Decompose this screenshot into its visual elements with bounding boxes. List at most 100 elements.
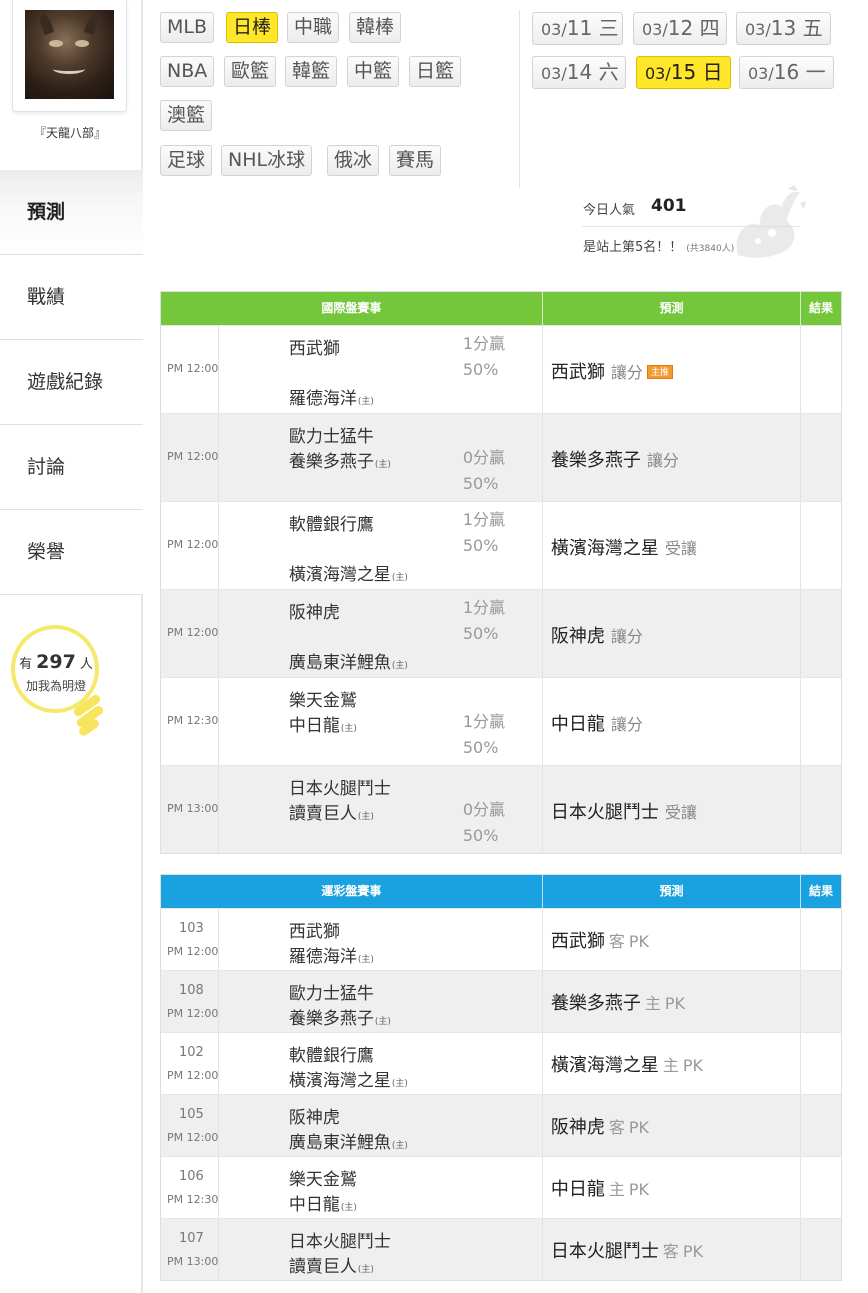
prediction-team[interactable]: 橫濱海灣之星	[551, 1055, 659, 1076]
home-mark: (主)	[357, 1265, 374, 1275]
home-team[interactable]: 養樂多燕子	[289, 1009, 374, 1029]
sport-tab-kbo[interactable]: 韓棒	[349, 12, 402, 43]
home-team-wrap: 羅德海洋(主)	[289, 384, 374, 409]
sport-tab-nba[interactable]: NBA	[160, 56, 215, 87]
prediction-team[interactable]: 養樂多燕子	[551, 993, 641, 1014]
date-tab-0315[interactable]: 03/15 日	[636, 56, 731, 89]
result-cell	[801, 1157, 841, 1218]
date-tab-0312[interactable]: 03/12 四	[633, 12, 727, 45]
home-team[interactable]: 廣島東洋鯉魚	[289, 653, 391, 673]
sport-tab-horse-racing[interactable]: 賽馬	[389, 145, 442, 176]
home-team-wrap: 讀賣巨人(主)	[289, 799, 374, 824]
prediction-team[interactable]: 西武獅	[551, 931, 605, 952]
prediction-type: 受讓	[664, 539, 697, 558]
result-cell	[801, 326, 841, 413]
match-cell: 日本火腿鬥士 讀賣巨人(主) 0分贏 50%	[219, 766, 543, 853]
lightbulb-base-icon	[70, 693, 105, 741]
prediction: 日本火腿鬥士客 PK	[551, 1237, 703, 1263]
home-team[interactable]: 橫濱海灣之星	[289, 565, 391, 585]
home-team[interactable]: 中日龍	[289, 1195, 340, 1215]
date-tab-0311[interactable]: 03/11 三	[532, 12, 623, 45]
sport-tab-euro-basketball[interactable]: 歐籃	[224, 56, 277, 87]
date-tab-0313[interactable]: 03/13 五	[736, 12, 831, 45]
user-name[interactable]: 『天龍八部』	[0, 124, 140, 141]
nav-item-predict[interactable]: 預測	[0, 170, 143, 255]
away-team[interactable]: 日本火腿鬥士	[289, 1227, 391, 1252]
sport-tab-korea-basketball[interactable]: 韓籃	[285, 56, 338, 87]
home-team-wrap: 中日龍(主)	[289, 711, 357, 736]
away-team[interactable]: 西武獅	[289, 917, 340, 942]
sport-tab-aus-basketball[interactable]: 澳籃	[160, 100, 213, 131]
date-tab-0316[interactable]: 03/16 一	[739, 56, 834, 89]
handicap-line: 1分贏	[462, 712, 506, 731]
away-team[interactable]: 阪神虎	[289, 598, 340, 623]
table-row: PM 12:00 歐力士猛牛 養樂多燕子(主) 0分贏 50% 養樂多燕子 讓分	[161, 413, 841, 501]
away-team[interactable]: 阪神虎	[289, 1103, 340, 1128]
prediction-team[interactable]: 中日龍	[551, 1179, 605, 1200]
follow-bulb[interactable]: 有 297 人 加我為明燈	[8, 625, 108, 755]
match-cell: 西武獅 羅德海洋(主) 1分贏 50%	[219, 326, 543, 413]
home-team[interactable]: 讀賣巨人	[289, 804, 357, 824]
prediction-team[interactable]: 阪神虎	[551, 626, 605, 647]
result-cell	[801, 678, 841, 765]
home-mark: (主)	[391, 661, 408, 671]
match-cell: 樂天金鷲 中日龍(主) 1分贏 50%	[219, 678, 543, 765]
prediction-team[interactable]: 阪神虎	[551, 1117, 605, 1138]
home-team[interactable]: 羅德海洋	[289, 947, 357, 967]
home-team[interactable]: 羅德海洋	[289, 389, 357, 409]
prediction-type: 受讓	[664, 803, 697, 822]
away-team[interactable]: 軟體銀行鷹	[289, 510, 374, 535]
sport-tab-npb[interactable]: 日棒	[226, 12, 279, 43]
avatar[interactable]	[25, 10, 114, 99]
nav-item-discussion[interactable]: 討論	[0, 425, 143, 510]
away-team[interactable]: 西武獅	[289, 334, 340, 359]
home-team-wrap: 廣島東洋鯉魚(主)	[289, 1128, 408, 1153]
handicap-odds: 0分贏 50%	[463, 797, 505, 849]
sport-tab-japan-basketball[interactable]: 日籃	[409, 56, 462, 87]
popularity-label: 今日人氣	[583, 203, 636, 218]
home-team[interactable]: 養樂多燕子	[289, 452, 374, 472]
match-time-cell: 107 PM 13:00	[161, 1219, 219, 1280]
away-team[interactable]: 日本火腿鬥士	[289, 774, 391, 799]
match-time: PM 12:30	[167, 1193, 219, 1206]
prediction-cell: 阪神虎客 PK	[543, 1095, 802, 1156]
prediction-side: 客	[662, 1242, 679, 1261]
sport-tab-china-basketball[interactable]: 中籃	[347, 56, 400, 87]
prediction-team[interactable]: 橫濱海灣之星	[551, 538, 659, 559]
match-cell: 軟體銀行鷹 橫濱海灣之星(主)	[219, 1033, 543, 1094]
home-team[interactable]: 中日龍	[289, 716, 340, 736]
nav-item-game-log[interactable]: 遊戲紀錄	[0, 340, 143, 425]
away-team[interactable]: 樂天金鷲	[289, 686, 357, 711]
prediction: 養樂多燕子 讓分	[551, 446, 679, 472]
fan-caption: 加我為明燈	[25, 679, 86, 693]
nav-item-record[interactable]: 戰績	[0, 255, 143, 340]
table-row: PM 12:00 西武獅 羅德海洋(主) 1分贏 50% 西武獅 讓分 主推	[161, 325, 841, 413]
home-team-wrap: 羅德海洋(主)	[289, 942, 374, 967]
away-team[interactable]: 軟體銀行鷹	[289, 1041, 374, 1066]
home-team[interactable]: 橫濱海灣之星	[289, 1071, 391, 1091]
prediction: 中日龍主 PK	[551, 1175, 649, 1201]
home-team[interactable]: 讀賣巨人	[289, 1257, 357, 1277]
prediction-team[interactable]: 日本火腿鬥士	[551, 1241, 659, 1262]
prediction-team[interactable]: 日本火腿鬥士	[551, 802, 659, 823]
prediction-team[interactable]: 西武獅	[551, 362, 605, 383]
sport-tab-nhl[interactable]: NHL冰球	[221, 145, 313, 176]
prediction-team[interactable]: 中日龍	[551, 714, 605, 735]
match-cell: 軟體銀行鷹 橫濱海灣之星(主) 1分贏 50%	[219, 502, 543, 589]
sport-tab-mlb[interactable]: MLB	[160, 12, 215, 43]
lottery-table-header: 運彩盤賽事 預測 結果	[161, 875, 841, 908]
sport-tab-cpbl[interactable]: 中職	[287, 12, 340, 43]
away-team[interactable]: 歐力士猛牛	[289, 979, 374, 1004]
prediction: 日本火腿鬥士 受讓	[551, 798, 697, 824]
away-team[interactable]: 樂天金鷲	[289, 1165, 357, 1190]
away-team[interactable]: 歐力士猛牛	[289, 422, 374, 447]
prediction-team[interactable]: 養樂多燕子	[551, 450, 641, 471]
nav-item-honor[interactable]: 榮譽	[0, 510, 143, 595]
prediction: 西武獅 讓分 主推	[551, 358, 673, 384]
date-tab-0314[interactable]: 03/14 六	[532, 56, 626, 89]
table-row: PM 12:00 阪神虎 廣島東洋鯉魚(主) 1分贏 50% 阪神虎 讓分	[161, 589, 841, 677]
sport-tab-khl[interactable]: 俄冰	[327, 145, 380, 176]
prediction-cell: 中日龍 讓分	[543, 678, 802, 765]
home-team[interactable]: 廣島東洋鯉魚	[289, 1133, 391, 1153]
sport-tab-soccer[interactable]: 足球	[160, 145, 213, 176]
